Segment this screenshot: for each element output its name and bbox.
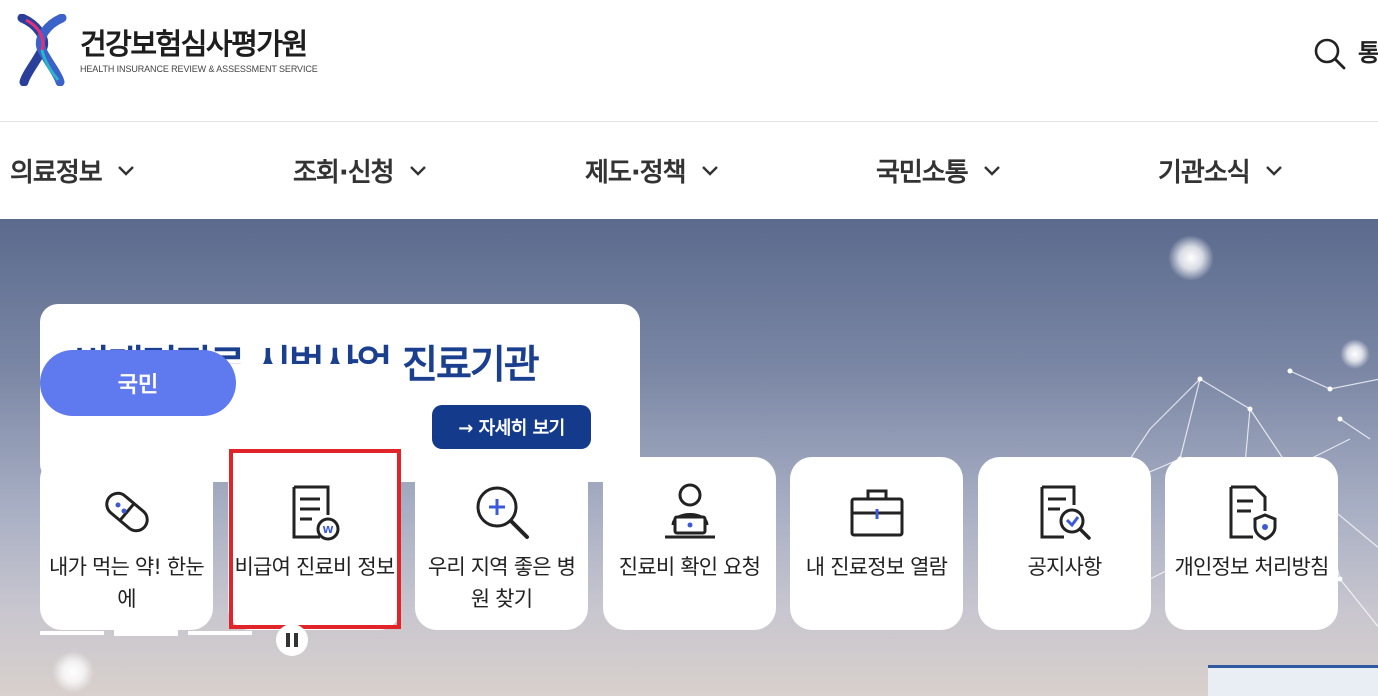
card-label: 진료비 확인 요청	[618, 555, 761, 579]
pill-icon	[105, 491, 149, 533]
main-nav: 의료정보 조회·신청 제도·정책 국민소통 기관소식	[0, 123, 1378, 219]
card-label: 우리 지역 좋은 병원 찾기	[427, 555, 576, 611]
document-search-icon	[1040, 485, 1091, 540]
selection-highlight	[229, 449, 401, 629]
nav-item-policy[interactable]: 제도·정책	[585, 152, 720, 188]
card-label: 공지사항	[1027, 555, 1102, 579]
person-laptop-icon	[665, 483, 715, 539]
slide-indicator-active[interactable]	[114, 630, 178, 636]
detail-button[interactable]: → 자세히 보기	[432, 405, 591, 449]
bokeh-light	[1168, 235, 1214, 281]
quick-card-privacy-policy[interactable]: 개인정보 처리방침	[1165, 457, 1338, 630]
logo-title: 건강보험심사평가원	[80, 26, 308, 61]
shield-document-icon	[1229, 485, 1277, 541]
logo-subtitle: HEALTH INSURANCE REVIEW & ASSESSMENT SER…	[80, 63, 318, 74]
nav-item-communication[interactable]: 국민소통	[876, 152, 1002, 188]
nav-label: 의료정보	[10, 157, 103, 188]
card-label: 개인정보 처리방침	[1174, 555, 1329, 579]
card-label: 내가 먹는 약! 한눈에	[49, 555, 205, 611]
slide-indicator[interactable]	[40, 631, 104, 635]
quick-card-notice[interactable]: 공지사항	[978, 457, 1151, 630]
slide-indicator[interactable]	[188, 631, 252, 635]
medical-bag-icon	[850, 489, 904, 537]
chevron-down-icon	[117, 166, 134, 176]
search-plus-icon	[476, 486, 529, 539]
quick-card-fee-check-request[interactable]: 진료비 확인 요청	[603, 457, 776, 630]
card-label: 내 진료정보 열람	[805, 555, 948, 579]
nav-label: 국민소통	[876, 157, 969, 188]
pause-button[interactable]	[276, 624, 308, 656]
nav-label: 제도·정책	[585, 157, 687, 188]
search-label[interactable]: 통	[1358, 36, 1378, 70]
chevron-down-icon	[701, 166, 718, 176]
quick-card-my-medication[interactable]: 내가 먹는 약! 한눈에	[40, 457, 213, 630]
nav-item-news[interactable]: 기관소식	[1158, 152, 1284, 188]
bokeh-light	[52, 651, 94, 693]
hero-section: 비대면진료 시범사업 진료기관 → 자세히 보기 국민 내가 먹는 약! 한눈에…	[0, 219, 1378, 696]
building-image	[1208, 665, 1378, 696]
logo[interactable]: 건강보험심사평가원 HEALTH INSURANCE REVIEW & ASSE…	[16, 14, 318, 86]
nav-label: 조회·신청	[293, 157, 395, 188]
chevron-down-icon	[983, 166, 1000, 176]
chevron-down-icon	[1265, 166, 1282, 176]
hira-logo-icon	[17, 14, 67, 86]
quick-card-my-medical-info[interactable]: 내 진료정보 열람	[790, 457, 963, 630]
search-icon[interactable]	[1312, 36, 1348, 72]
chevron-down-icon	[409, 166, 426, 176]
nav-item-inquiry[interactable]: 조회·신청	[293, 152, 428, 188]
quick-card-find-hospital[interactable]: 우리 지역 좋은 병원 찾기	[415, 457, 588, 630]
site-header: 건강보험심사평가원 HEALTH INSURANCE REVIEW & ASSE…	[0, 0, 1378, 122]
nav-item-medical-info[interactable]: 의료정보	[10, 152, 136, 188]
nav-label: 기관소식	[1158, 157, 1251, 188]
pause-icon	[294, 633, 298, 647]
tab-citizen[interactable]: 국민	[40, 350, 236, 416]
pause-icon	[286, 633, 290, 647]
